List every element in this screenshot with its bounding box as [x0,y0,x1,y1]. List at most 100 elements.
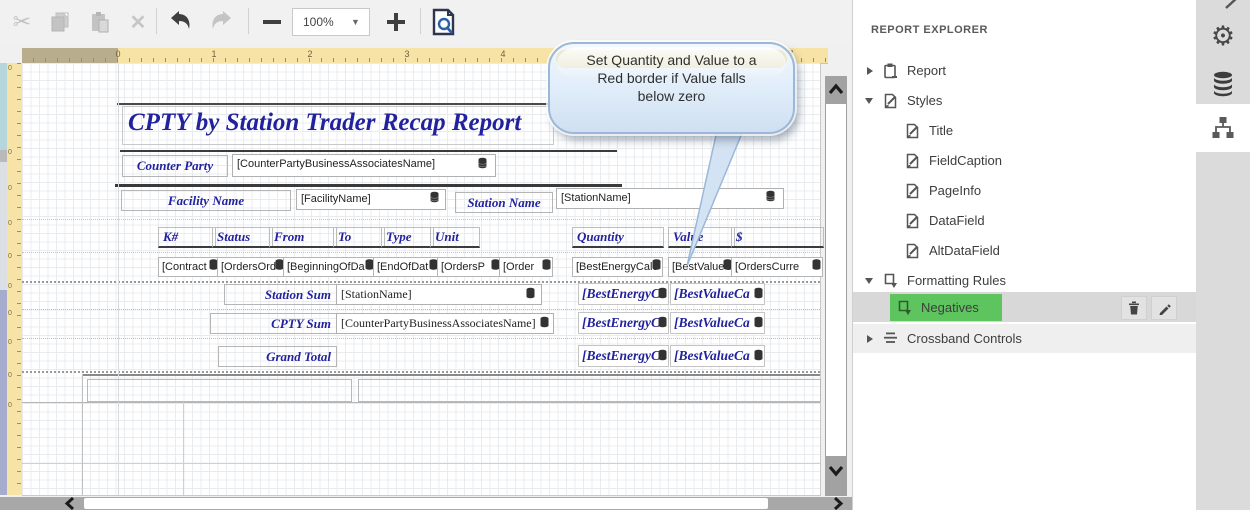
ruler-zero: 0 [8,402,12,409]
data-binding-icon [430,190,439,209]
scroll-up-icon[interactable] [827,82,845,96]
cut-icon: ✂ [13,9,31,35]
redo-icon [207,10,233,34]
properties-tab[interactable]: ⚙ [1196,14,1250,58]
scroll-right-icon[interactable] [830,497,846,510]
tree-item-crossband-controls[interactable]: Crossband Controls [853,328,1197,350]
line-control[interactable] [115,184,622,187]
field-list-tab[interactable] [1196,62,1250,106]
zoom-in-button[interactable] [380,6,412,38]
database-icon [1211,71,1235,97]
tree-item-label: Styles [907,90,942,112]
tree-item-style-fieldcaption[interactable]: FieldCaption [853,150,1197,172]
ruler-zero: 0 [8,372,12,379]
vertical-scrollbar[interactable] [825,76,847,496]
tree-item-formatting-rules[interactable]: Formatting Rules [853,270,1197,292]
scroll-down-icon[interactable] [827,464,845,478]
station-sum-caption[interactable]: Station Sum [224,284,337,305]
redo-button[interactable] [204,6,236,38]
delete-rule-button[interactable] [1121,296,1147,320]
main-toolbar: ✂ ✕ 100% ▼ [0,0,852,44]
column-header[interactable]: To [333,227,385,248]
detail-field[interactable]: [OrdersOrd [217,257,286,277]
detail-field[interactable]: [BestEnergyCalc [572,257,663,277]
sum-value-field[interactable]: [BestValueCa [670,312,765,334]
line-control[interactable] [117,103,600,105]
detail-field[interactable]: [OrdersP [437,257,502,277]
counter-party-caption[interactable]: Counter Party [122,155,228,177]
tree-item-report[interactable]: Report [853,60,1197,82]
facility-caption[interactable]: Facility Name [121,190,291,211]
detail-field[interactable]: [Contract [158,257,220,277]
column-header[interactable]: Type [381,227,434,248]
station-sum-field[interactable]: [StationName] [336,284,542,305]
counter-party-field[interactable]: [CounterPartyBusinessAssociatesName] [232,154,496,177]
collapse-arrow-icon[interactable] [865,98,873,104]
zoom-out-button[interactable] [256,6,288,38]
expand-arrow-icon[interactable] [867,67,873,75]
data-binding-icon [540,314,549,333]
collapse-arrow-icon[interactable] [865,278,873,284]
column-header[interactable]: From [269,227,337,248]
scroll-left-icon[interactable] [62,497,78,510]
zoom-select[interactable]: 100% ▼ [292,8,370,36]
field-text: [BestEnergyC [582,315,660,330]
column-header[interactable]: K# [158,227,216,248]
band-separator [22,402,820,403]
footer-placeholder-box[interactable] [87,379,352,402]
column-header[interactable]: Status [212,227,273,248]
station-caption[interactable]: Station Name [455,192,553,213]
sum-energy-field[interactable]: [BestEnergyC [578,312,669,334]
horizontal-scroll-thumb[interactable] [84,498,768,509]
sum-energy-field[interactable]: [BestEnergyC [578,345,669,367]
report-title-control[interactable]: CPTY by Station Trader Recap Report [122,106,554,145]
tree-item-style-altdatafield[interactable]: AltDataField [853,240,1197,262]
edit-rule-button[interactable] [1151,296,1177,320]
expand-arrow-icon[interactable] [867,335,873,343]
vertical-ruler: 0 0 0 0 0 0 0 0 0 0 [7,63,23,495]
tree-item-style-datafield[interactable]: DataField [853,210,1197,232]
detail-field[interactable]: [Order [499,257,553,277]
report-explorer-panel: REPORT EXPLORER Report Styles Title Fiel… [852,0,1196,510]
field-text: [OrdersP [441,261,485,273]
ruler-number: 2 [305,49,315,59]
preview-button[interactable] [428,6,460,38]
ruler-zero: 0 [8,339,12,346]
ruler-number: 4 [498,49,508,59]
vertical-scroll-thumb[interactable] [826,104,846,456]
undo-button[interactable] [166,6,198,38]
footer-placeholder-box[interactable] [358,379,821,402]
detail-field[interactable]: [BeginningOfDa [283,257,376,277]
report-explorer-tab[interactable] [1196,106,1250,150]
data-binding-icon [658,347,667,366]
copy-button[interactable] [44,6,76,38]
sum-energy-field[interactable]: [BestEnergyC [578,283,669,305]
detail-field[interactable]: [EndOfDat [373,257,440,277]
panel-title: REPORT EXPLORER [871,24,988,36]
sum-value-field[interactable]: [BestValueCa [670,283,765,305]
delete-button[interactable]: ✕ [122,6,154,38]
grand-total-caption[interactable]: Grand Total [218,346,337,367]
tree-item-label: Negatives [921,297,979,319]
field-text: [StationName] [561,192,631,204]
paste-button[interactable] [84,6,116,38]
ruler-zero: 0 [8,220,12,227]
cpty-sum-field[interactable]: [CounterPartyBusinessAssociatesName] [336,313,554,334]
toolbar-separator [248,8,249,34]
style-icon [905,243,920,259]
tree-item-style-pageinfo[interactable]: PageInfo [853,180,1197,202]
sum-value-field[interactable]: [BestValueCa [670,345,765,367]
column-header[interactable]: Unit [430,227,480,248]
tree-item-styles[interactable]: Styles [853,90,1197,112]
tree-item-label: DataField [929,210,985,232]
tree-structure-icon [1210,116,1236,140]
ruler-zero: 0 [8,185,12,192]
cpty-sum-caption[interactable]: CPTY Sum [210,313,337,334]
column-header[interactable]: Quantity [572,227,664,248]
cut-button[interactable]: ✂ [6,6,38,38]
horizontal-scrollbar[interactable] [0,497,852,510]
line-control[interactable] [120,150,617,152]
tree-item-style-title[interactable]: Title [853,120,1197,142]
facility-field[interactable]: [FacilityName] [296,189,446,210]
field-text: [BestEnergyC [582,286,660,301]
